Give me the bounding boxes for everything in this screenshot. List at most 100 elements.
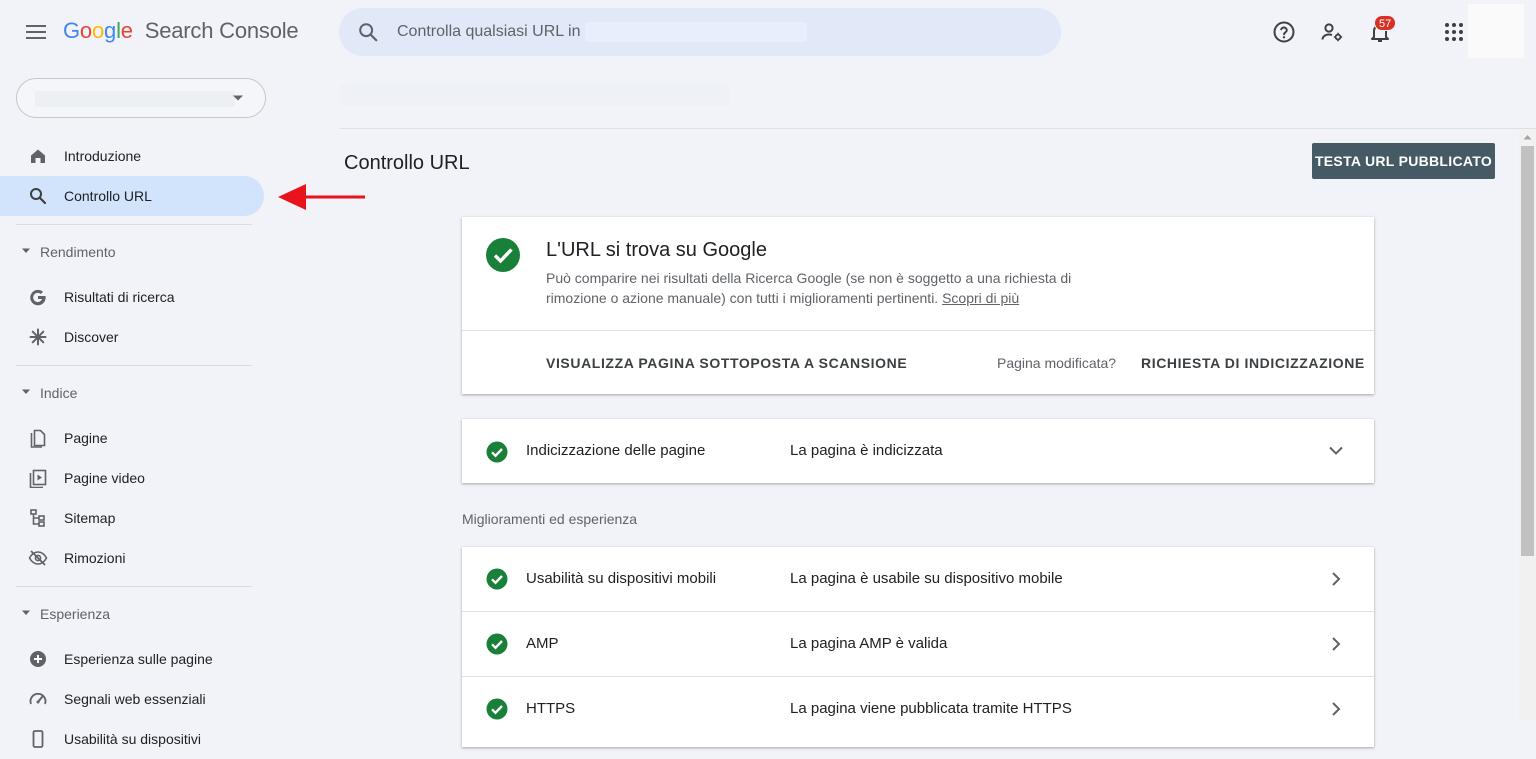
section-rendimento[interactable]: Rendimento — [0, 225, 264, 277]
user-settings-icon[interactable] — [1320, 20, 1344, 44]
sidebar-item-label: Pagine video — [64, 470, 145, 486]
sidebar-item-controllo-url[interactable]: Controllo URL — [0, 176, 264, 216]
sidebar-item-label: Sitemap — [64, 510, 116, 526]
property-selector[interactable] — [16, 78, 266, 118]
sidebar-item-label: Pagine — [64, 430, 108, 446]
sidebar-nav: Introduzione Controllo URL Rendimento Ri… — [0, 136, 280, 759]
check-circle-icon — [486, 568, 508, 590]
scrollbar-thumb[interactable] — [1521, 146, 1534, 556]
section-label: Rendimento — [40, 244, 116, 260]
enhancements-heading: Miglioramenti ed esperienza — [462, 511, 638, 527]
search-icon — [359, 23, 378, 42]
home-icon — [31, 149, 45, 163]
pages-icon — [30, 429, 46, 448]
asterisk-icon — [29, 328, 47, 346]
hamburger-menu-icon[interactable] — [22, 20, 50, 44]
logo-letter: o — [91, 18, 105, 43]
account-avatar[interactable] — [1468, 4, 1524, 58]
section-indice[interactable]: Indice — [0, 366, 264, 418]
speed-gauge-icon — [29, 692, 47, 705]
indexing-row[interactable]: Indicizzazione delle pagine La pagina è … — [462, 419, 1374, 483]
url-inspection-search[interactable] — [339, 8, 1061, 56]
page-title: Controllo URL — [344, 152, 470, 174]
red-arrow-annotation — [278, 184, 365, 210]
learn-more-link[interactable]: Scopri di più — [942, 290, 1019, 306]
google-g-icon — [30, 289, 46, 306]
plus-circle-icon — [30, 651, 46, 667]
enhancement-row-https[interactable]: HTTPS La pagina viene pubblicata tramite… — [462, 677, 1374, 742]
chevron-down-icon[interactable] — [1326, 443, 1346, 459]
sidebar-item-sitemap[interactable]: Sitemap — [0, 498, 264, 538]
sidebar-item-esperienza-sulle-pagine[interactable]: Esperienza sulle pagine — [0, 639, 264, 679]
view-crawled-page-button[interactable]: VISUALIZZA PAGINA SOTTOPOSTA A SCANSIONE — [546, 355, 907, 371]
request-indexing-button[interactable]: RICHIESTA DI INDICIZZAZIONE — [1141, 355, 1365, 371]
enhancement-label: HTTPS — [526, 700, 576, 717]
collapse-triangle-icon — [22, 610, 30, 615]
chevron-right-icon — [1332, 637, 1341, 651]
sidebar-item-discover[interactable]: Discover — [0, 317, 264, 357]
top-bar: Google Search Console 57 — [0, 0, 1536, 64]
google-wordmark: Google — [63, 18, 139, 43]
page-scrollbar[interactable] — [1519, 129, 1536, 721]
sidebar-item-label: Controllo URL — [64, 188, 152, 204]
check-circle-icon — [486, 633, 508, 655]
status-description: Può comparire nei risultati della Ricerc… — [546, 268, 1126, 308]
sidebar-item-label: Rimozioni — [64, 550, 126, 566]
check-circle-icon — [486, 238, 520, 272]
sidebar-item-label: Segnali web essenziali — [64, 691, 206, 707]
header-divider — [340, 128, 1536, 129]
sidebar-item-usabilita-dispositivi[interactable]: Usabilità su dispositivi — [0, 719, 264, 759]
app-logo[interactable]: Google Search Console — [63, 18, 299, 44]
collapse-triangle-icon — [22, 389, 30, 394]
status-heading: L'URL si trova su Google — [546, 239, 767, 261]
sidebar-item-segnali-web-essenziali[interactable]: Segnali web essenziali — [0, 679, 264, 719]
collapse-triangle-icon — [22, 248, 30, 253]
eye-off-icon — [28, 550, 48, 566]
product-name: Search Console — [144, 18, 299, 43]
notifications-badge: 57 — [1374, 15, 1397, 31]
search-icon — [30, 188, 47, 205]
logo-letter: G — [63, 18, 80, 43]
chevron-right-icon — [1332, 572, 1341, 586]
enhancement-row-amp[interactable]: AMP La pagina AMP è valida — [462, 612, 1374, 677]
section-label: Esperienza — [40, 606, 111, 622]
page-changed-text: Pagina modificata? — [997, 355, 1117, 371]
sidebar-item-risultati-di-ricerca[interactable]: Risultati di ricerca — [0, 277, 264, 317]
enhancement-value: La pagina viene pubblicata tramite HTTPS — [790, 700, 1072, 717]
sidebar-item-label: Risultati di ricerca — [64, 289, 175, 305]
sidebar-item-label: Usabilità su dispositivi — [64, 731, 201, 747]
test-live-url-button[interactable]: TESTA URL PUBBLICATO — [1312, 143, 1495, 179]
video-page-icon — [29, 469, 47, 488]
redacted-breadcrumb — [340, 84, 730, 106]
enhancements-card: Usabilità su dispositivi mobili La pagin… — [462, 547, 1374, 747]
enhancement-label: AMP — [526, 635, 559, 652]
logo-letter: o — [79, 18, 92, 43]
section-esperienza[interactable]: Esperienza — [0, 587, 264, 639]
redacted-property-name — [585, 22, 807, 42]
sidebar-item-rimozioni[interactable]: Rimozioni — [0, 538, 264, 578]
indexing-label: Indicizzazione delle pagine — [526, 442, 706, 459]
phone-icon — [32, 730, 44, 748]
card-divider — [462, 330, 1374, 331]
redacted-property — [35, 91, 235, 107]
enhancement-value: La pagina è usabile su dispositivo mobil… — [790, 570, 1063, 587]
sitemap-icon — [30, 509, 45, 527]
chevron-right-icon — [1332, 702, 1341, 716]
sidebar-item-label: Discover — [64, 329, 119, 345]
check-circle-icon — [486, 698, 508, 720]
sidebar-item-label: Introduzione — [64, 148, 142, 164]
sidebar-item-label: Esperienza sulle pagine — [64, 651, 213, 667]
enhancement-row-mobile[interactable]: Usabilità su dispositivi mobili La pagin… — [462, 547, 1374, 612]
check-circle-icon — [486, 441, 508, 463]
logo-letter: e — [120, 18, 133, 43]
url-status-card: L'URL si trova su Google Può comparire n… — [462, 217, 1374, 394]
apps-grid-icon[interactable] — [1442, 20, 1466, 44]
indexing-value: La pagina è indicizzata — [790, 442, 943, 459]
sidebar-item-introduzione[interactable]: Introduzione — [0, 136, 264, 176]
sidebar-item-pagine[interactable]: Pagine — [0, 418, 264, 458]
help-icon[interactable] — [1272, 20, 1296, 44]
scroll-up-arrow-icon[interactable] — [1523, 134, 1532, 140]
sidebar-item-pagine-video[interactable]: Pagine video — [0, 458, 264, 498]
